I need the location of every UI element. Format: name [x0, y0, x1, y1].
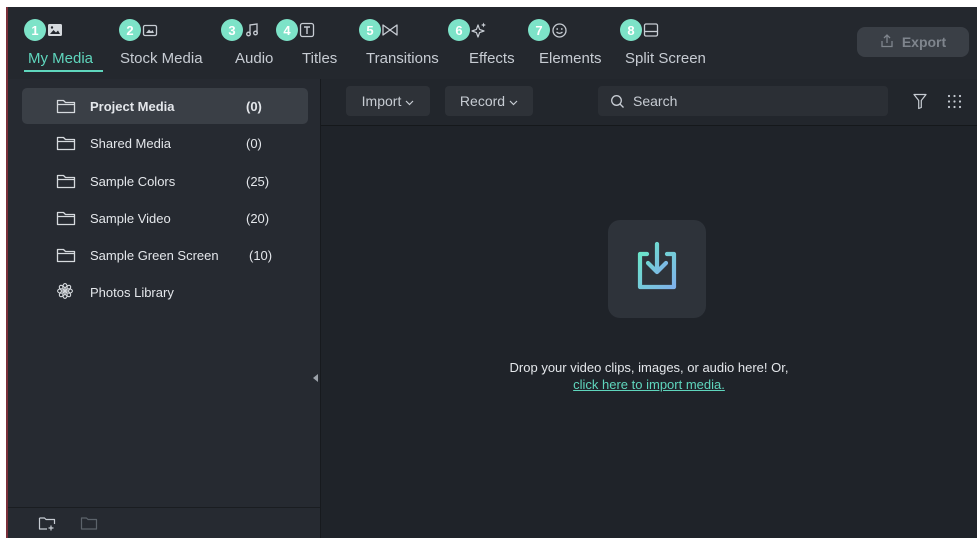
tab-split-screen[interactable]: 8 Split Screen: [620, 19, 720, 75]
tab-badge: 5: [359, 19, 381, 41]
tab-badge: 6: [448, 19, 470, 41]
tab-label: Elements: [539, 50, 602, 67]
sidebar-item-shared-media[interactable]: Shared Media (0): [22, 125, 308, 161]
tab-elements[interactable]: 7 Elements: [528, 19, 610, 75]
tab-my-media[interactable]: 1 My Media: [24, 19, 104, 75]
sidebar-item-count: (0): [246, 99, 262, 114]
import-label: Import: [361, 93, 402, 109]
tab-label: Audio: [235, 50, 274, 67]
sidebar-item-count: (25): [246, 174, 270, 189]
sparkle-icon: [470, 21, 488, 39]
tab-label: Split Screen: [625, 50, 706, 67]
tab-audio[interactable]: 3 Audio: [221, 19, 281, 75]
sidebar-item-label: Sample Video: [90, 211, 171, 226]
tab-badge: 1: [24, 19, 46, 41]
sidebar-footer: [8, 507, 320, 538]
search-input[interactable]: [631, 92, 875, 110]
folder-icon: [56, 98, 76, 114]
tab-label: Transitions: [366, 50, 439, 67]
sidebar-item-sample-green-screen[interactable]: Sample Green Screen (10): [22, 237, 308, 273]
folder-icon: [56, 247, 76, 263]
tab-label: Stock Media: [120, 50, 203, 67]
search-box[interactable]: [598, 86, 888, 116]
transitions-icon: [381, 21, 399, 39]
tab-badge: 7: [528, 19, 550, 41]
sidebar-item-label: Sample Green Screen: [90, 248, 219, 263]
sidebar-item-count: (20): [246, 211, 270, 226]
chevron-down-icon: [509, 93, 518, 109]
image-icon: [46, 21, 64, 39]
media-sidebar: Project Media (0) Shared Media (0) Sampl…: [8, 79, 321, 538]
tab-transitions[interactable]: 5 Transitions: [359, 19, 454, 75]
sidebar-item-sample-video[interactable]: Sample Video (20): [22, 200, 308, 236]
folder-outline-icon[interactable]: [80, 516, 98, 536]
tab-titles[interactable]: 4 Titles: [276, 19, 346, 75]
photos-flower-icon: [56, 283, 76, 300]
import-download-icon: [632, 240, 682, 299]
tab-badge: 3: [221, 19, 243, 41]
chevron-down-icon: [405, 93, 414, 109]
stock-media-icon: [141, 21, 159, 39]
tab-effects[interactable]: 6 Effects: [448, 19, 523, 75]
media-toolbar: Import Record: [321, 79, 977, 126]
filter-icon[interactable]: [913, 93, 927, 115]
tab-label: Titles: [302, 50, 338, 67]
tab-badge: 4: [276, 19, 298, 41]
sidebar-item-project-media[interactable]: Project Media (0): [22, 88, 308, 124]
app-window: 1 My Media 2 Stock Media 3 Audio 4 Title…: [6, 7, 977, 538]
split-screen-icon: [642, 21, 660, 39]
sidebar-item-label: Shared Media: [90, 136, 171, 151]
record-label: Record: [459, 93, 506, 109]
sidebar-item-label: Sample Colors: [90, 174, 176, 189]
sidebar-item-label: Photos Library: [90, 285, 174, 300]
dropzone-text: Drop your video clips, images, or audio …: [509, 360, 789, 375]
export-icon: [880, 33, 894, 51]
smiley-icon: [550, 21, 568, 39]
tab-label: Effects: [469, 50, 515, 67]
tab-badge: 8: [620, 19, 642, 41]
export-label: Export: [901, 34, 947, 50]
import-media-link[interactable]: click here to import media.: [573, 377, 725, 392]
import-media-link-row: click here to import media.: [321, 377, 977, 392]
music-note-icon: [243, 21, 261, 39]
top-tab-bar: 1 My Media 2 Stock Media 3 Audio 4 Title…: [8, 7, 977, 79]
collapse-sidebar-arrow[interactable]: [313, 374, 318, 382]
record-dropdown[interactable]: Record: [445, 86, 533, 116]
search-icon: [610, 94, 625, 109]
import-drop-tile[interactable]: [608, 220, 706, 318]
folder-icon: [56, 210, 76, 226]
folder-icon: [56, 173, 76, 189]
import-dropdown[interactable]: Import: [346, 86, 430, 116]
sidebar-item-sample-colors[interactable]: Sample Colors (25): [22, 163, 308, 199]
tab-badge: 2: [119, 19, 141, 41]
sidebar-item-count: (0): [246, 136, 262, 151]
folder-icon: [56, 135, 76, 151]
export-button[interactable]: Export: [857, 27, 969, 57]
sidebar-item-count: (10): [249, 248, 273, 263]
tab-stock-media[interactable]: 2 Stock Media: [119, 19, 219, 75]
titles-icon: [298, 21, 316, 39]
sidebar-item-label: Project Media: [90, 99, 175, 114]
media-panel: Import Record Search Drop your video cli…: [321, 79, 977, 538]
sidebar-item-photos-library[interactable]: Photos Library: [22, 274, 308, 310]
active-tab-underline: [24, 70, 103, 72]
new-folder-icon[interactable]: [38, 516, 56, 536]
tab-label: My Media: [28, 50, 94, 67]
grid-view-icon[interactable]: [947, 94, 962, 114]
